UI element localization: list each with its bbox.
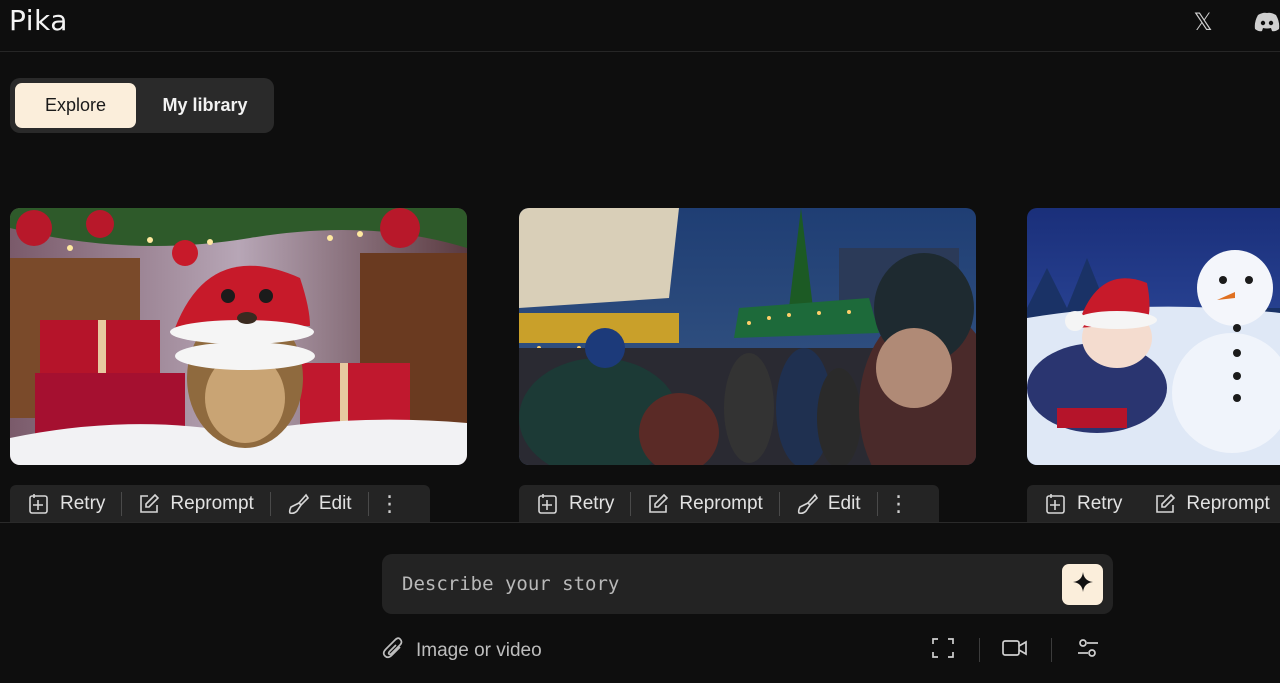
discord-icon[interactable] xyxy=(1254,8,1280,36)
reprompt-icon xyxy=(647,493,669,515)
video-thumbnail[interactable] xyxy=(10,208,467,465)
aspect-ratio-button[interactable] xyxy=(928,636,958,664)
content-divider xyxy=(0,522,1280,523)
more-vertical-icon[interactable]: ⋮ xyxy=(379,491,401,517)
reprompt-icon xyxy=(1154,493,1176,515)
edit-button[interactable]: Edit xyxy=(790,485,867,523)
retry-label: Retry xyxy=(1077,493,1123,514)
video-thumbnail[interactable] xyxy=(1027,208,1280,465)
edit-brush-icon xyxy=(287,493,309,515)
retry-icon xyxy=(1045,493,1067,515)
video-card: Retry Reprompt Edit ⋮ xyxy=(519,208,976,523)
video-camera-icon xyxy=(1002,639,1028,662)
reprompt-label: Reprompt xyxy=(1186,493,1270,514)
reprompt-label: Reprompt xyxy=(679,493,763,514)
tab-explore[interactable]: Explore xyxy=(15,83,136,128)
edit-label: Edit xyxy=(827,493,861,514)
retry-label: Retry xyxy=(60,493,106,514)
video-card: Retry Reprompt Edit ⋮ xyxy=(10,208,467,523)
attach-label: Image or video xyxy=(416,640,542,661)
settings-sliders-icon xyxy=(1077,638,1099,663)
action-divider xyxy=(630,492,632,516)
action-divider xyxy=(778,492,780,516)
action-divider xyxy=(367,492,369,516)
toolbar-divider xyxy=(1051,638,1052,662)
toolbar-divider xyxy=(979,638,980,662)
edit-brush-icon xyxy=(796,493,818,515)
attach-media-button[interactable]: Image or video xyxy=(382,636,542,666)
tab-my-library[interactable]: My library xyxy=(142,83,268,128)
action-divider xyxy=(876,492,878,516)
retry-icon xyxy=(537,493,559,515)
view-tabs: Explore My library xyxy=(10,78,274,133)
action-divider xyxy=(269,492,271,516)
top-header: Pika 𝕏 xyxy=(0,0,1280,52)
retry-button[interactable]: Retry xyxy=(22,485,111,523)
prompt-toolbar: Image or video xyxy=(382,630,1113,670)
edit-button[interactable]: Edit xyxy=(281,485,358,523)
paperclip-icon xyxy=(382,636,404,666)
reprompt-label: Reprompt xyxy=(170,493,254,514)
retry-button[interactable]: Retry xyxy=(531,485,620,523)
prompt-box xyxy=(382,554,1113,614)
reprompt-button[interactable]: Reprompt xyxy=(132,485,259,523)
sparkle-icon xyxy=(1072,571,1094,598)
video-card: Retry Reprompt xyxy=(1027,208,1280,523)
card-action-bar: Retry Reprompt Edit ⋮ xyxy=(519,485,939,523)
aspect-ratio-icon xyxy=(932,637,954,663)
retry-button[interactable]: Retry xyxy=(1039,485,1128,523)
card-action-bar: Retry Reprompt Edit ⋮ xyxy=(10,485,430,523)
reprompt-button[interactable]: Reprompt xyxy=(641,485,768,523)
story-prompt-input[interactable] xyxy=(402,568,1052,600)
video-thumbnail[interactable] xyxy=(519,208,976,465)
pika-logo[interactable]: Pika xyxy=(9,4,68,37)
action-divider xyxy=(121,492,123,516)
retry-icon xyxy=(28,493,50,515)
generate-button[interactable] xyxy=(1062,564,1103,605)
settings-button[interactable] xyxy=(1073,636,1103,664)
card-action-bar: Retry Reprompt xyxy=(1027,485,1280,523)
retry-label: Retry xyxy=(569,493,615,514)
edit-label: Edit xyxy=(318,493,352,514)
reprompt-button[interactable]: Reprompt xyxy=(1148,485,1275,523)
video-settings-button[interactable] xyxy=(1000,636,1030,664)
more-vertical-icon[interactable]: ⋮ xyxy=(888,491,910,517)
reprompt-icon xyxy=(138,493,160,515)
x-icon[interactable]: 𝕏 xyxy=(1188,8,1218,36)
